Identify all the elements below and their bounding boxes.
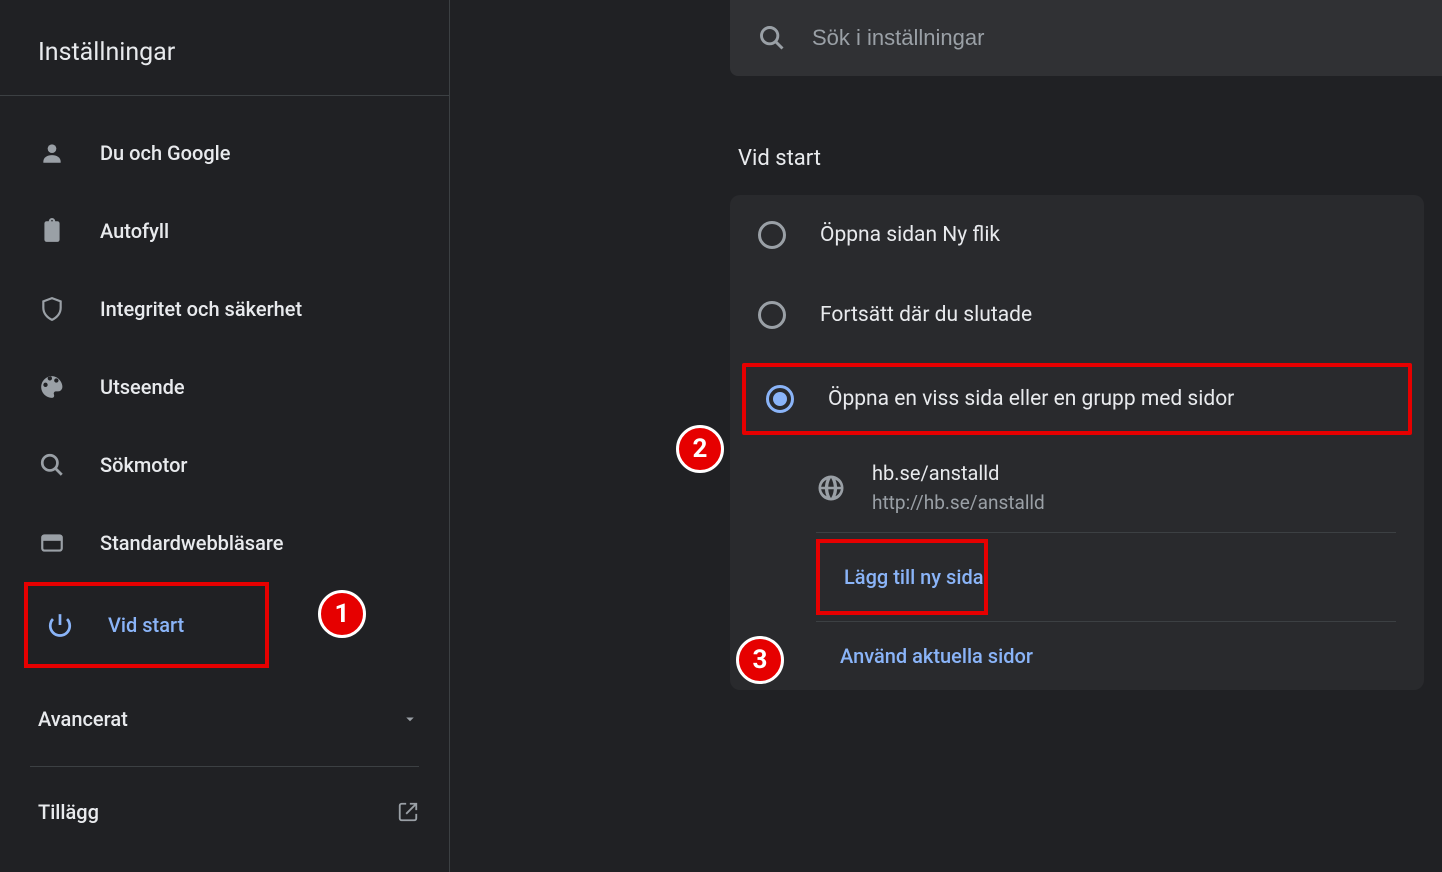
radio-label: Öppna en viss sida eller en grupp med si…: [828, 387, 1234, 411]
sidebar-item-default-browser[interactable]: Standardwebbläsare: [20, 504, 429, 582]
sidebar-item-label: Du och Google: [100, 141, 231, 165]
search-icon: [758, 24, 786, 52]
section-title: Vid start: [730, 76, 1442, 195]
sidebar-item-appearance[interactable]: Utseende: [20, 348, 429, 426]
sidebar-item-you-and-google[interactable]: Du och Google: [20, 114, 429, 192]
sidebar-extensions-link[interactable]: Tillägg: [0, 773, 449, 851]
settings-sidebar: Inställningar Du och Google Autofyll Int…: [0, 0, 450, 872]
divider: [30, 766, 419, 767]
startup-page-entry[interactable]: hb.se/anstalld http://hb.se/anstalld: [816, 443, 1424, 532]
sidebar-title: Inställningar: [0, 18, 449, 95]
sidebar-advanced-toggle[interactable]: Avancerat: [0, 680, 449, 758]
sidebar-item-label: Sökmotor: [100, 453, 188, 477]
annotation-badge-2: 2: [676, 425, 724, 473]
sidebar-item-label: Autofyll: [100, 219, 169, 243]
chevron-down-icon: [401, 710, 419, 728]
shield-icon: [38, 295, 66, 323]
extensions-label: Tillägg: [38, 800, 99, 824]
palette-icon: [38, 373, 66, 401]
on-startup-card: Öppna sidan Ny flik Fortsätt där du slut…: [730, 195, 1424, 690]
person-icon: [38, 139, 66, 167]
annotation-badge-3: 3: [736, 636, 784, 684]
radio-continue[interactable]: Fortsätt där du slutade: [730, 275, 1424, 355]
sidebar-item-on-startup[interactable]: Vid start: [28, 586, 265, 664]
startup-pages-block: hb.se/anstalld http://hb.se/anstalld Läg…: [816, 443, 1424, 690]
radio-open-new-tab[interactable]: Öppna sidan Ny flik: [730, 195, 1424, 275]
sidebar-item-label: Vid start: [108, 613, 184, 637]
radio-icon-selected: [766, 385, 794, 413]
sidebar-item-search-engine[interactable]: Sökmotor: [20, 426, 429, 504]
settings-search-bar[interactable]: [730, 0, 1442, 76]
radio-icon: [758, 301, 786, 329]
search-icon: [38, 451, 66, 479]
radio-open-specific[interactable]: Öppna en viss sida eller en grupp med si…: [746, 367, 1408, 431]
page-title: hb.se/anstalld: [872, 461, 1045, 485]
sidebar-nav: Du och Google Autofyll Integritet och sä…: [0, 114, 449, 668]
add-page-link[interactable]: Lägg till ny sida: [816, 539, 988, 615]
page-text: hb.se/anstalld http://hb.se/anstalld: [872, 461, 1045, 514]
globe-icon: [816, 473, 846, 503]
advanced-label: Avancerat: [38, 707, 128, 731]
browser-icon: [38, 529, 66, 557]
page-url: http://hb.se/anstalld: [872, 491, 1045, 514]
use-current-pages-link[interactable]: Använd aktuella sidor: [816, 622, 1424, 690]
divider: [0, 95, 449, 96]
radio-label: Fortsätt där du slutade: [820, 303, 1032, 327]
settings-main: Vid start Öppna sidan Ny flik Fortsätt d…: [450, 0, 1442, 872]
settings-search-input[interactable]: [812, 25, 1414, 51]
clipboard-icon: [38, 217, 66, 245]
radio-icon: [758, 221, 786, 249]
sidebar-item-label: Utseende: [100, 375, 185, 399]
power-icon: [46, 611, 74, 639]
sidebar-item-autofill[interactable]: Autofyll: [20, 192, 429, 270]
sidebar-item-label: Integritet och säkerhet: [100, 297, 302, 321]
sidebar-item-privacy[interactable]: Integritet och säkerhet: [20, 270, 429, 348]
radio-label: Öppna sidan Ny flik: [820, 223, 1000, 247]
annotation-badge-1: 1: [318, 590, 366, 638]
sidebar-item-label: Standardwebbläsare: [100, 531, 283, 555]
open-in-new-icon: [397, 801, 419, 823]
